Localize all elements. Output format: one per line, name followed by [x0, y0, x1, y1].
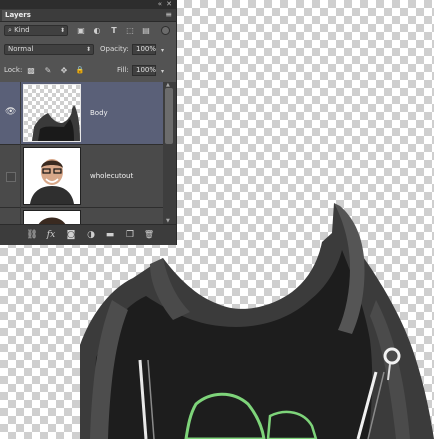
- chevron-down-icon[interactable]: ▾: [161, 46, 164, 55]
- opacity-value: 100%: [136, 45, 157, 53]
- filter-kind-dropdown[interactable]: ⌕ Kind ⬍: [4, 25, 68, 36]
- lock-all-icon[interactable]: 🔒: [75, 66, 85, 75]
- blend-mode-value: Normal: [8, 45, 34, 53]
- scrollbar-thumb[interactable]: [165, 88, 173, 144]
- filter-toggle[interactable]: [161, 26, 170, 35]
- link-layers-icon[interactable]: ⛓: [26, 229, 38, 241]
- adjustment-layer-icon[interactable]: ◑: [85, 229, 97, 241]
- smart-object-filter-icon[interactable]: ▤: [141, 26, 151, 35]
- filter-kind-label: Kind: [14, 26, 30, 34]
- layer-thumbnail: [23, 210, 81, 224]
- layer-name[interactable]: Body: [90, 108, 108, 118]
- layer-row-wholecutout[interactable]: wholecutout: [0, 145, 163, 208]
- new-group-icon[interactable]: ▬: [104, 229, 116, 241]
- layers-bottom-toolbar: ⛓ fx ◙ ◑ ▬ ❐ 🗑: [0, 224, 176, 245]
- image-filter-icon[interactable]: ▣: [76, 26, 86, 35]
- panel-titlebar: « ✕: [0, 0, 176, 9]
- layer-style-fx-icon[interactable]: fx: [45, 229, 57, 241]
- person-thumbnail-image: [24, 148, 80, 204]
- search-icon: ⌕: [8, 26, 12, 34]
- lock-position-icon[interactable]: ✥: [59, 66, 69, 75]
- visibility-column: [0, 208, 21, 224]
- fill-field[interactable]: 100% ▾: [132, 65, 164, 76]
- visibility-column: [0, 145, 21, 208]
- layer-name[interactable]: wholecutout: [90, 171, 133, 181]
- layers-panel: « ✕ Layers ≡ ⌕ Kind ⬍ ▣ ◐ T ⬚ ▤ Normal ⬍…: [0, 0, 177, 245]
- chevron-down-icon: ⬍: [59, 27, 65, 34]
- lock-row: Lock: ▩ ✎ ✥ 🔒 Fill: 100% ▾: [0, 62, 176, 80]
- fill-label: Fill:: [117, 66, 129, 74]
- filter-row: ⌕ Kind ⬍ ▣ ◐ T ⬚ ▤: [0, 22, 176, 40]
- new-layer-icon[interactable]: ❐: [124, 229, 136, 241]
- layers-list: 👁 Body wholecutout: [0, 82, 163, 224]
- blend-row: Normal ⬍ Opacity: 100% ▾: [0, 41, 176, 59]
- lock-transparent-pixels-icon[interactable]: ▩: [26, 66, 36, 75]
- add-mask-icon[interactable]: ◙: [65, 229, 77, 241]
- opacity-field[interactable]: 100% ▾: [132, 44, 164, 55]
- layer-thumbnail: [23, 84, 81, 142]
- chevron-down-icon[interactable]: ▾: [161, 67, 164, 76]
- lock-label: Lock:: [4, 66, 23, 74]
- hoodie-thumbnail-image: [32, 105, 80, 141]
- type-filter-icon[interactable]: T: [109, 26, 119, 35]
- collapse-panels-icon[interactable]: «: [158, 0, 162, 9]
- eye-icon[interactable]: 👁: [5, 107, 16, 117]
- tab-layers[interactable]: Layers: [2, 10, 31, 21]
- layer-row-background[interactable]: [0, 208, 163, 224]
- lock-image-pixels-icon[interactable]: ✎: [43, 66, 53, 75]
- layer-thumbnail: [23, 147, 81, 205]
- chevron-down-icon: ⬍: [85, 46, 91, 53]
- delete-layer-icon[interactable]: 🗑: [143, 229, 155, 241]
- layer-row-body[interactable]: 👁 Body: [0, 82, 163, 145]
- fill-value: 100%: [136, 66, 157, 74]
- close-icon[interactable]: ✕: [166, 0, 172, 9]
- panel-menu-icon[interactable]: ≡: [165, 9, 172, 21]
- blend-mode-dropdown[interactable]: Normal ⬍: [4, 44, 94, 55]
- panel-tab-bar: Layers ≡: [0, 9, 176, 22]
- background-thumbnail-image: [24, 211, 80, 224]
- visibility-toggle[interactable]: [6, 172, 16, 182]
- visibility-column: 👁: [0, 82, 21, 145]
- adjustment-filter-icon[interactable]: ◐: [92, 26, 102, 35]
- shape-filter-icon[interactable]: ⬚: [125, 26, 135, 35]
- layers-scrollbar[interactable]: ▲ ▼: [163, 82, 176, 224]
- opacity-label: Opacity:: [100, 45, 129, 53]
